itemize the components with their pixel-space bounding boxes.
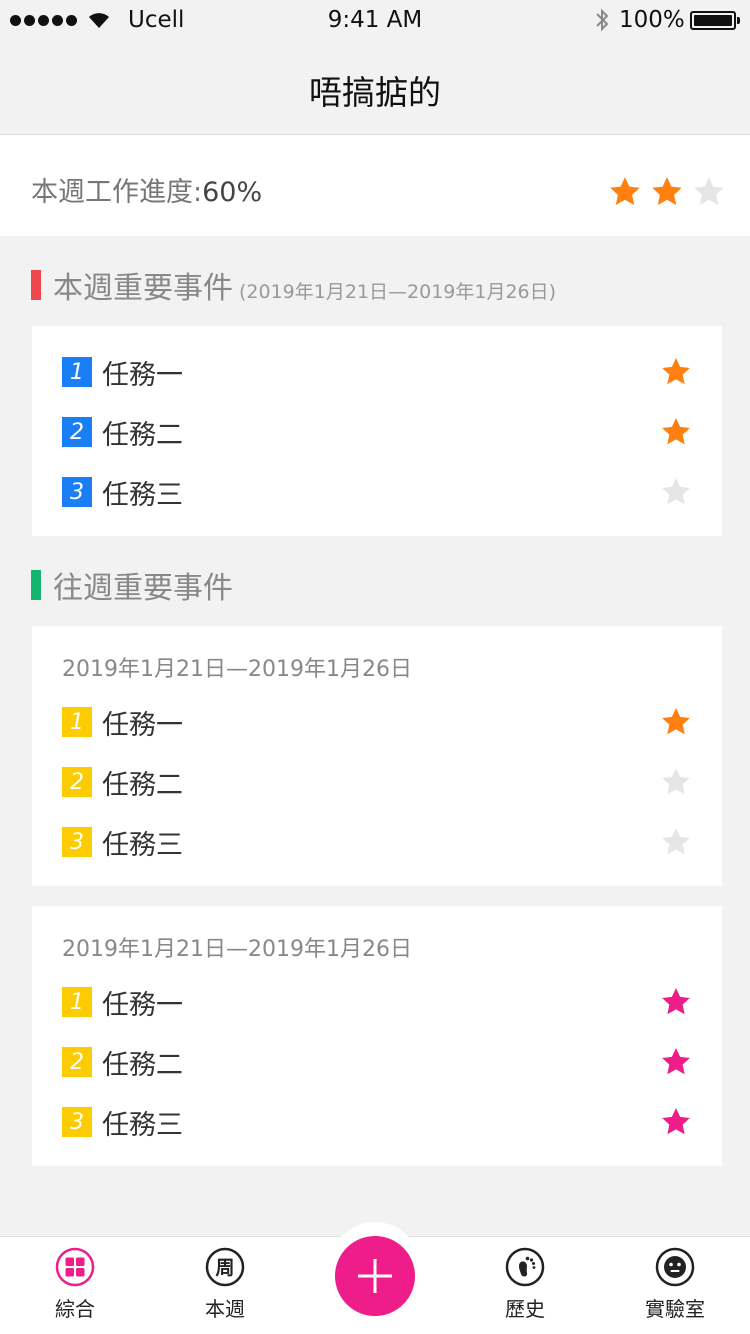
task-row[interactable]: 1 任務一 [62,982,692,1022]
star-icon[interactable] [660,766,692,798]
section-marker-red [31,270,41,300]
current-week-card: 1 任務一 2 任務二 3 任務三 [32,326,722,536]
week-icon: 周 [205,1247,245,1287]
task-number-badge: 3 [62,1107,92,1137]
section-marker-green [31,570,41,600]
progress-label: 本週工作進度: [31,177,203,208]
tab-overview[interactable]: 綜合 [25,1247,125,1322]
tab-label: 歷史 [505,1297,545,1321]
task-name: 任務一 [102,709,183,741]
task-number-badge: 2 [62,1047,92,1077]
tab-this-week[interactable]: 周 本週 [175,1247,275,1322]
task-number-badge: 1 [62,987,92,1017]
tab-history[interactable]: 歷史 [475,1247,575,1322]
star-icon[interactable] [660,416,692,448]
task-name: 任務二 [102,419,183,451]
battery-icon [690,11,740,30]
past-weeks-header: 往週重要事件 [31,563,233,607]
past-week-card[interactable]: 2019年1月21日—2019年1月26日 1 任務一 2 任務二 3 任務三 [32,906,722,1166]
star-icon[interactable] [660,1046,692,1078]
add-button[interactable] [335,1236,415,1316]
task-row[interactable]: 2 任務二 [62,762,692,802]
tab-label: 本週 [205,1297,245,1321]
task-number-badge: 1 [62,357,92,387]
task-row[interactable]: 2 任務二 [62,412,692,452]
task-row[interactable]: 3 任務三 [62,822,692,862]
face-icon [655,1247,695,1287]
progress-rating [608,175,726,209]
task-row[interactable]: 2 任務二 [62,1042,692,1082]
star-icon[interactable] [660,356,692,388]
task-name: 任務二 [102,769,183,801]
rating-star-icon [694,177,724,206]
star-icon[interactable] [660,1106,692,1138]
footprint-icon [505,1247,545,1287]
task-name: 任務二 [102,1049,183,1081]
task-name: 任務一 [102,359,183,391]
past-week-card[interactable]: 2019年1月21日—2019年1月26日 1 任務一 2 任務二 3 任務三 [32,626,722,886]
task-name: 任務三 [102,829,183,861]
progress-value: 60% [202,177,263,208]
current-week-header: 本週重要事件 (2019年1月21日—2019年1月26日) [31,263,556,307]
rating-star-icon [652,177,682,206]
star-icon[interactable] [660,706,692,738]
star-icon[interactable] [660,476,692,508]
task-number-badge: 3 [62,827,92,857]
task-row[interactable]: 3 任務三 [62,1102,692,1142]
grid-icon [55,1247,95,1287]
tab-label: 綜合 [55,1297,95,1321]
tab-lab[interactable]: 實驗室 [625,1247,725,1322]
task-number-badge: 1 [62,707,92,737]
status-bar: Ucell 9:41 AM 100% [0,0,750,40]
task-number-badge: 2 [62,767,92,797]
rating-star-icon [610,177,640,206]
battery-percent: 100% [619,7,685,33]
page-title: 唔搞掂的 [309,73,441,112]
svg-text:周: 周 [215,1257,234,1279]
task-row[interactable]: 3 任務三 [62,472,692,512]
star-icon[interactable] [660,986,692,1018]
past-weeks-title: 往週重要事件 [53,571,233,606]
task-number-badge: 3 [62,477,92,507]
task-row[interactable]: 1 任務一 [62,702,692,742]
task-name: 任務三 [102,479,183,511]
week-period: 2019年1月21日—2019年1月26日 [62,937,412,962]
current-week-title: 本週重要事件 [53,271,233,306]
task-name: 任務三 [102,1109,183,1141]
task-number-badge: 2 [62,417,92,447]
week-period: 2019年1月21日—2019年1月26日 [62,657,412,682]
task-name: 任務一 [102,989,183,1021]
bluetooth-icon [596,8,609,32]
plus-icon [358,1259,392,1293]
current-week-period: (2019年1月21日—2019年1月26日) [239,281,557,303]
tab-label: 實驗室 [645,1297,705,1321]
task-row[interactable]: 1 任務一 [62,352,692,392]
star-icon[interactable] [660,826,692,858]
